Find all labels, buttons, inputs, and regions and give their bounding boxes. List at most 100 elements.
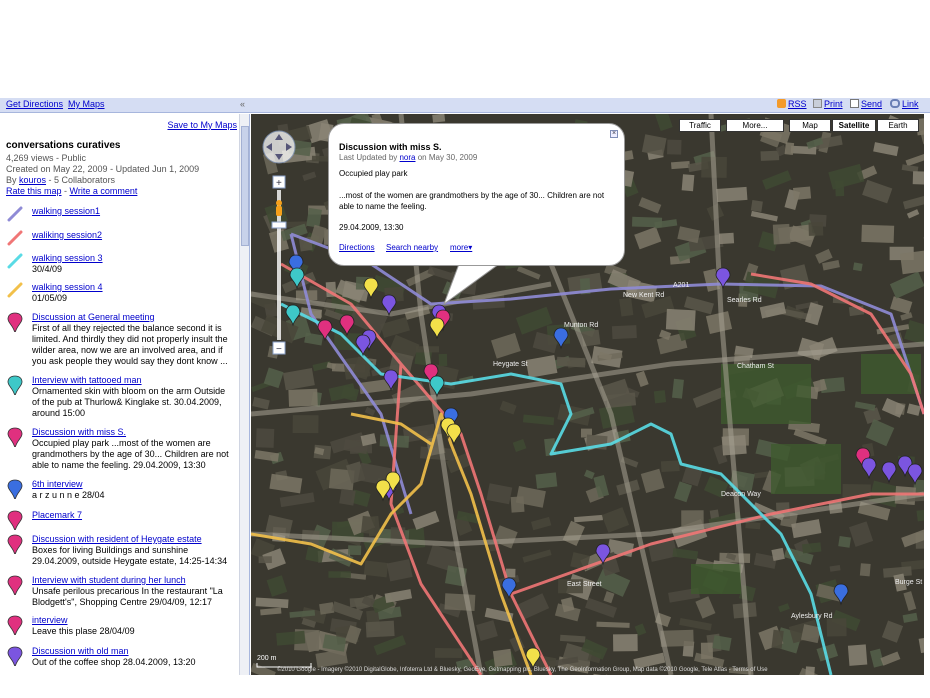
building-block [681,174,695,192]
collapse-panel-button[interactable]: « [240,99,245,109]
satellite-map[interactable]: New Kent Rd A201 Searles Rd Munton Rd Heygat… [251,114,924,675]
line-icon[interactable] [6,230,24,250]
placemark-title[interactable]: Discussion with miss S. [32,427,126,437]
printer-icon [813,99,822,108]
line-icon[interactable] [6,206,24,226]
get-directions-link[interactable]: Get Directions [6,99,63,109]
placemark-title[interactable]: Interview with student during her lunch [32,575,186,585]
placemark-title[interactable]: interview [32,615,68,625]
building-block [912,171,924,185]
view-count: 4,269 views - Public [6,153,87,163]
popup-pointer [443,264,500,304]
write-comment-link[interactable]: Write a comment [70,186,138,196]
print-link[interactable]: Print [813,99,843,109]
line-icon[interactable] [6,282,24,302]
sidebar-scrollbar[interactable] [239,114,249,675]
placemark-title[interactable]: Placemark 7 [32,510,82,520]
building-block [348,545,362,556]
building-block [306,207,322,228]
placemark-item[interactable]: interview Leave this plase 28/04/09 [6,615,236,643]
placemark-title[interactable]: walking session 4 [32,282,103,292]
line-icon[interactable] [6,253,24,273]
pin-icon[interactable] [6,427,24,447]
author-line: By kouros - 5 Collaborators [6,175,115,185]
traffic-button[interactable]: Traffic [679,119,721,132]
more-button[interactable]: More... [726,119,784,132]
page-footer-space [0,675,930,698]
map-sidebar: Save to My Maps conversations curatives … [0,114,250,675]
placemark-item[interactable]: waliking session2 [6,230,236,250]
pin-icon[interactable] [6,615,24,635]
pin-icon[interactable] [6,479,24,499]
building-block [716,186,748,203]
placemark-item[interactable]: Interview with student during her lunch U… [6,575,236,613]
building-block [771,547,785,561]
print-label: Print [824,99,843,109]
link-link[interactable]: Link [890,99,919,109]
street-label: New Kent Rd [623,292,664,299]
pin-icon[interactable] [6,646,24,666]
placemark-item[interactable]: walking session1 [6,206,236,226]
building-block [859,563,871,577]
building-block [505,568,516,578]
author-link[interactable]: kouros [19,175,46,185]
building-block [670,161,690,170]
placemark-item[interactable]: Discussion with miss S. Occupied play par… [6,427,236,477]
my-maps-link[interactable]: My Maps [68,99,105,109]
pegman-icon [276,200,282,206]
link-label: Link [902,99,919,109]
updated-prefix: Last Updated by [339,153,400,162]
placemark-item[interactable]: Placemark 7 [6,510,236,530]
building-block [718,232,735,245]
pin-icon[interactable] [6,510,24,530]
placemark-description: Boxes for living Buildings and sunshine … [32,545,228,566]
placemark-title[interactable]: walking session 3 [32,253,103,263]
placemark-description: Out of the coffee shop 28.04.2009, 13:20 [32,657,196,667]
search-nearby-link[interactable]: Search nearby [386,243,438,252]
placemark-item[interactable]: walking session 3 30/4/09 [6,253,236,279]
placemark-item[interactable]: Discussion at General meeting First of al… [6,312,236,372]
close-icon[interactable]: × [610,130,618,138]
rss-link[interactable]: RSS [777,99,807,109]
scrollbar-thumb[interactable] [241,126,249,246]
building-block [434,647,463,659]
placemark-title[interactable]: 6th interview [32,479,83,489]
building-block [838,536,851,548]
pin-icon[interactable] [6,575,24,595]
save-to-my-maps-link[interactable]: Save to My Maps [167,120,237,130]
placemark-title[interactable]: Interview with tattooed man [32,375,142,385]
updated-user-link[interactable]: nora [399,153,415,162]
info-window: × Discussion with miss S. Last Updated b… [328,123,625,266]
placemark-item[interactable]: Discussion with resident of Heygate esta… [6,534,236,572]
placemark-title[interactable]: Discussion at General meeting [32,312,155,322]
street-label: Heygate St [493,361,528,368]
directions-link[interactable]: Directions [339,243,375,252]
placemark-title[interactable]: waliking session2 [32,230,102,240]
map-type-satellite-button[interactable]: Satellite [832,119,876,132]
building-block [760,150,780,161]
placemark-item[interactable]: 6th interview a r z u n n e 28/04 [6,479,236,507]
pin-icon[interactable] [6,534,24,554]
info-window-title: Discussion with miss S. [339,142,442,152]
building-block [365,620,395,638]
more-link[interactable]: more▾ [450,243,472,252]
placemark-item[interactable]: Discussion with old man Out of the coffee… [6,646,236,675]
pin-icon[interactable] [6,312,24,332]
street-label: Munton Rd [564,322,598,329]
placemark-description: a r z u n n e 28/04 [32,490,105,500]
send-link[interactable]: Send [850,99,882,109]
placemark-title[interactable]: Discussion with old man [32,646,129,656]
map-type-earth-button[interactable]: Earth [877,119,919,132]
placemark-item[interactable]: Interview with tattooed man Ornamented sk… [6,375,236,425]
info-window-date: 29.04.2009, 13:30 [339,223,404,232]
placemark-item[interactable]: walking session 4 01/05/09 [6,282,236,308]
map-type-map-button[interactable]: Map [789,119,831,132]
placemark-title[interactable]: Discussion with resident of Heygate esta… [32,534,202,544]
street-label: Deacon Way [721,491,761,498]
placemark-title[interactable]: walking session1 [32,206,100,216]
building-block [665,308,696,331]
building-block [535,472,558,489]
pin-icon[interactable] [6,375,24,395]
rate-map-link[interactable]: Rate this map [6,186,62,196]
placemark-description: Leave this plase 28/04/09 [32,626,135,636]
